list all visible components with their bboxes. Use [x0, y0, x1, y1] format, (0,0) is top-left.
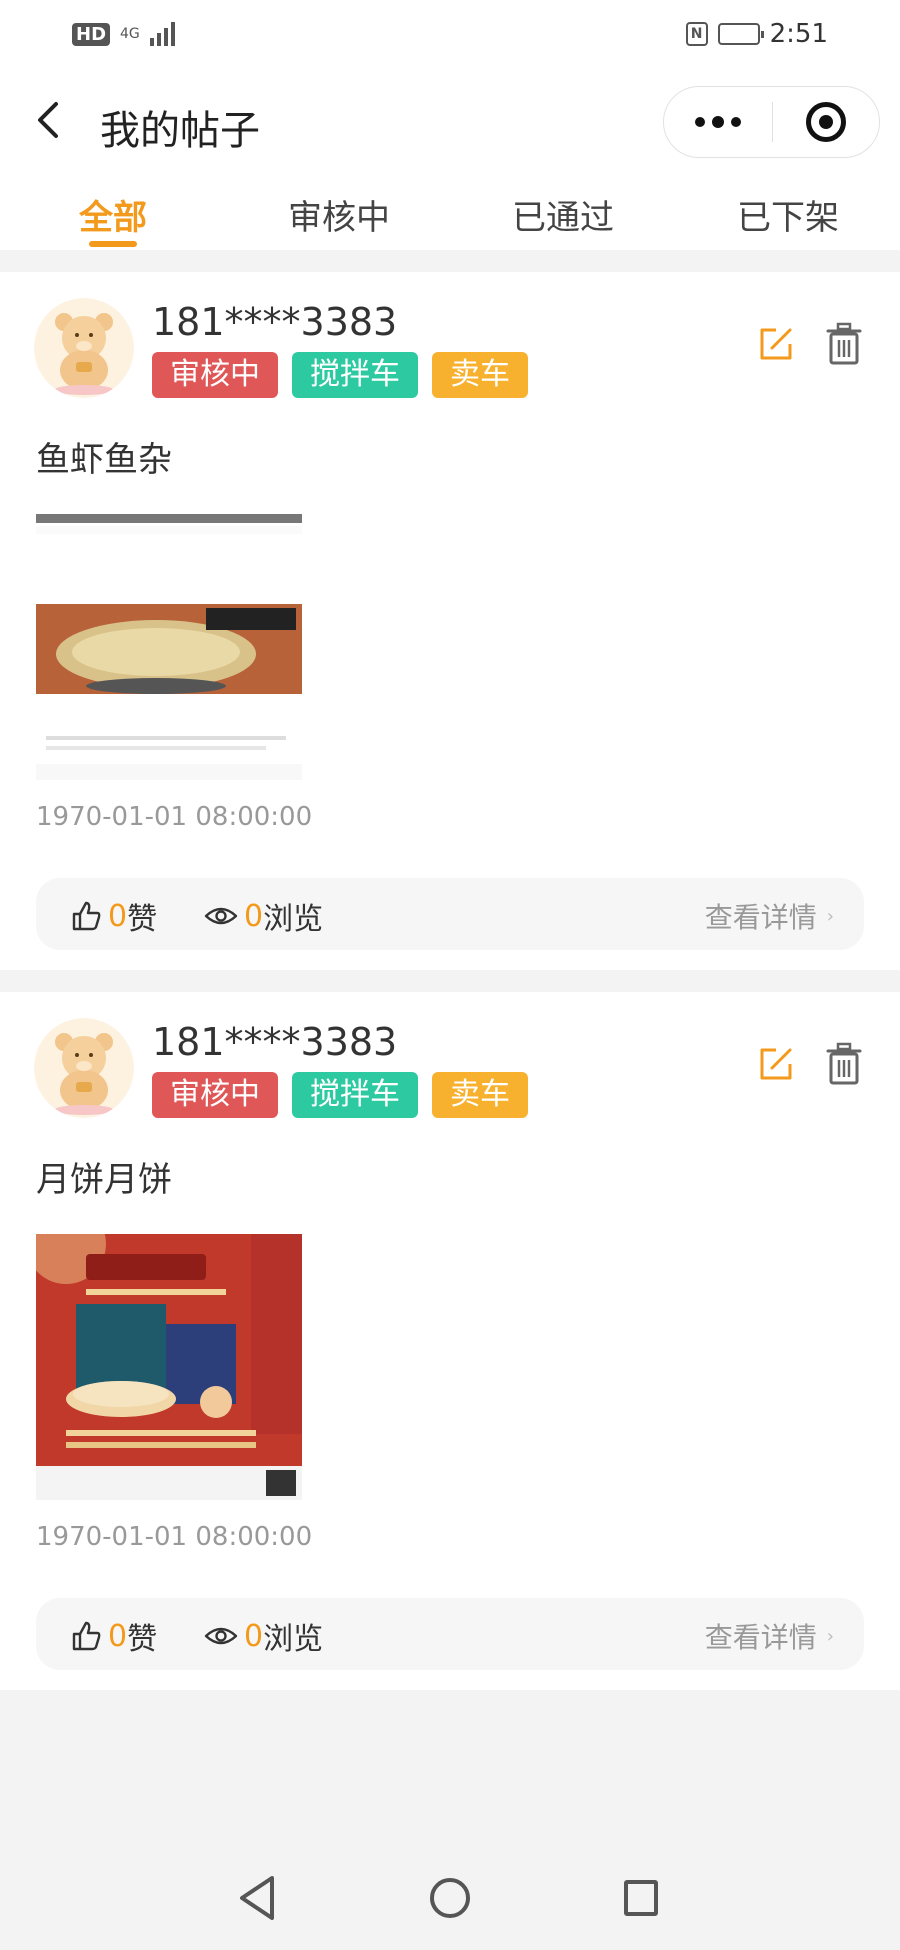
- tab-removed[interactable]: 已下架: [698, 190, 878, 239]
- eye-icon: [204, 1627, 238, 1645]
- mini-program-capsule: [663, 86, 880, 158]
- username: 181****3383: [152, 300, 398, 344]
- system-nav-bar: [0, 1850, 900, 1950]
- view-button[interactable]: 0 浏览: [204, 894, 323, 938]
- type-badge: 卖车: [432, 352, 528, 398]
- post-image[interactable]: [36, 514, 302, 780]
- nav-bar: 我的帖子: [0, 68, 900, 176]
- edit-icon[interactable]: [756, 324, 796, 364]
- like-button[interactable]: 0 赞: [70, 1614, 157, 1658]
- post-time: 1970-01-01 08:00:00: [36, 1522, 313, 1552]
- view-count: 0: [244, 1618, 264, 1654]
- tab-approved[interactable]: 已通过: [473, 190, 653, 239]
- close-button[interactable]: [773, 87, 879, 157]
- view-detail-link[interactable]: 查看详情 ›: [705, 1616, 834, 1656]
- signal-icon: [149, 22, 175, 46]
- view-button[interactable]: 0 浏览: [204, 1614, 323, 1658]
- tab-all[interactable]: 全部: [23, 190, 203, 239]
- view-detail-link[interactable]: 查看详情 ›: [705, 896, 834, 936]
- thumbs-up-icon: [72, 901, 101, 931]
- eye-icon: [204, 907, 238, 925]
- post-action-bar: 0 赞 0 浏览 查看详情 ›: [36, 1598, 864, 1670]
- trash-icon[interactable]: [824, 322, 864, 366]
- view-count: 0: [244, 898, 264, 934]
- nav-recents-icon[interactable]: [624, 1880, 658, 1916]
- back-icon[interactable]: [28, 98, 72, 142]
- username: 181****3383: [152, 1020, 398, 1064]
- post-image[interactable]: [36, 1234, 302, 1500]
- avatar[interactable]: [34, 1018, 134, 1118]
- like-label: 赞: [127, 1622, 158, 1657]
- post-card: 181****3383 审核中 搅拌车 卖车 鱼虾鱼杂 1970-01-01 0…: [0, 272, 900, 970]
- status-left: HD 4G: [72, 22, 175, 46]
- clock: 2:51: [769, 19, 828, 49]
- chevron-right-icon: ›: [826, 905, 834, 927]
- status-bar: HD 4G N 2:51: [0, 0, 900, 68]
- type-badge: 卖车: [432, 1072, 528, 1118]
- category-badge: 搅拌车: [292, 352, 418, 398]
- avatar[interactable]: [34, 298, 134, 398]
- tag-list: 审核中 搅拌车 卖车: [152, 1072, 528, 1118]
- tag-list: 审核中 搅拌车 卖车: [152, 352, 528, 398]
- chevron-right-icon: ›: [826, 1625, 834, 1647]
- thumbs-up-icon: [72, 1621, 101, 1651]
- post-text: 鱼虾鱼杂: [36, 440, 172, 480]
- status-right: N 2:51: [685, 19, 828, 49]
- tab-bar: 全部 审核中 已通过 已下架: [0, 176, 900, 250]
- view-label: 浏览: [263, 1622, 324, 1657]
- page-title: 我的帖子: [100, 108, 260, 154]
- like-count: 0: [108, 1618, 128, 1654]
- like-label: 赞: [127, 902, 158, 937]
- post-action-bar: 0 赞 0 浏览 查看详情 ›: [36, 878, 864, 950]
- nfc-icon: N: [685, 22, 708, 46]
- trash-icon[interactable]: [824, 1042, 864, 1086]
- hd-icon: HD: [72, 22, 111, 46]
- nav-home-icon[interactable]: [430, 1878, 470, 1918]
- more-dot-icon: [731, 117, 741, 127]
- detail-label: 查看详情: [704, 901, 817, 934]
- like-button[interactable]: 0 赞: [70, 894, 157, 938]
- post-time: 1970-01-01 08:00:00: [36, 802, 313, 832]
- nav-back-icon[interactable]: [236, 1874, 276, 1922]
- more-dot-icon: [695, 117, 705, 127]
- more-dot-icon: [712, 116, 724, 128]
- status-badge: 审核中: [152, 1072, 278, 1118]
- network-type: 4G: [120, 26, 140, 42]
- view-label: 浏览: [263, 902, 324, 937]
- target-icon: [806, 102, 846, 142]
- post-text: 月饼月饼: [36, 1160, 172, 1200]
- status-badge: 审核中: [152, 352, 278, 398]
- post-card: 181****3383 审核中 搅拌车 卖车 月饼月饼 1970-01-01 0…: [0, 992, 900, 1690]
- detail-label: 查看详情: [704, 1621, 817, 1654]
- edit-icon[interactable]: [756, 1044, 796, 1084]
- category-badge: 搅拌车: [292, 1072, 418, 1118]
- battery-icon: [717, 23, 764, 45]
- more-button[interactable]: [664, 87, 772, 157]
- active-tab-indicator: [89, 241, 137, 247]
- tab-reviewing[interactable]: 审核中: [249, 190, 429, 239]
- like-count: 0: [108, 898, 128, 934]
